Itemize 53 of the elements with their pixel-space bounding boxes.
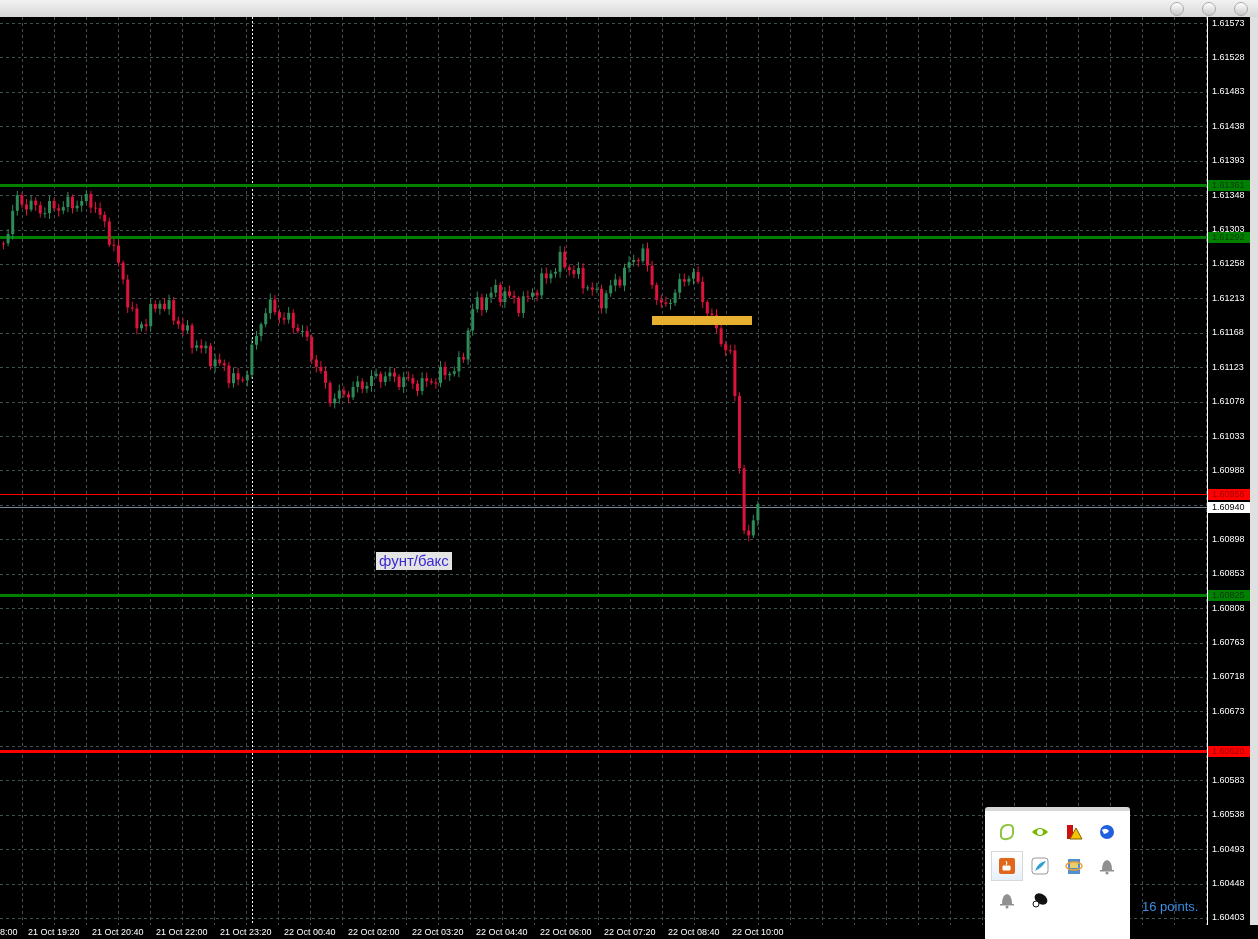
leaf-outline-icon xyxy=(997,822,1017,842)
price-label: 1.61528 xyxy=(1212,51,1245,63)
price-label: 1.61213 xyxy=(1212,292,1245,304)
price-level-label: 1.60620 xyxy=(1208,746,1250,758)
price-label: 1.60448 xyxy=(1212,878,1245,889)
window-icon xyxy=(1063,856,1084,876)
chart-text-label[interactable]: фунт/бакс xyxy=(376,552,452,570)
time-label: 21 Oct 23:20 xyxy=(220,926,272,938)
time-label: 21 Oct 20:40 xyxy=(92,926,144,938)
feather-icon xyxy=(1030,856,1051,876)
price-label: 1.60403 xyxy=(1212,912,1245,924)
price-label: 1.61303 xyxy=(1212,224,1245,234)
window-control-button[interactable] xyxy=(1170,1,1184,16)
price-level-label: 1.60940 xyxy=(1208,501,1250,513)
price-label: 1.60898 xyxy=(1212,533,1245,545)
price-label: 1.61078 xyxy=(1212,396,1245,408)
window-control-button[interactable] xyxy=(1202,1,1216,16)
time-label: 22 Oct 07:20 xyxy=(604,926,656,938)
price-level-label: 1.61361 xyxy=(1208,179,1250,191)
price-level-label: 1.60825 xyxy=(1208,589,1250,601)
price-label: 1.61393 xyxy=(1212,155,1245,167)
time-label: 22 Oct 00:40 xyxy=(284,926,336,938)
price-label: 1.61438 xyxy=(1212,120,1245,132)
time-label: 22 Oct 08:40 xyxy=(668,926,720,938)
time-label: 21 Oct 19:20 xyxy=(28,926,80,938)
price-label: 1.60583 xyxy=(1212,774,1245,786)
price-label: 1.60853 xyxy=(1212,568,1245,580)
price-label: 1.61258 xyxy=(1212,258,1245,270)
price-label: 1.61123 xyxy=(1212,361,1244,373)
price-label: 1.60673 xyxy=(1212,705,1245,717)
price-label: 1.60808 xyxy=(1212,602,1245,614)
price-label: 1.61483 xyxy=(1212,86,1245,98)
price-label: 1.60538 xyxy=(1212,809,1245,821)
price-label: 1.61573 xyxy=(1212,17,1245,29)
time-label: 22 Oct 10:00 xyxy=(732,926,784,938)
price-label: 1.60763 xyxy=(1212,637,1245,649)
price-level-label: 1.60956 xyxy=(1208,489,1250,501)
price-label: 1.60988 xyxy=(1212,464,1245,476)
time-label: 22 Oct 06:00 xyxy=(540,926,592,938)
price-label: 1.61168 xyxy=(1212,327,1244,339)
window-control-button[interactable] xyxy=(1234,1,1248,16)
time-label: 22 Oct 03:20 xyxy=(412,926,464,938)
price-label: 1.61033 xyxy=(1212,430,1245,442)
time-label: 22 Oct 02:00 xyxy=(348,926,400,938)
time-label: 22 Oct 04:40 xyxy=(476,926,528,938)
time-label: 21 Oct 22:00 xyxy=(156,926,208,938)
price-label: 1.60493 xyxy=(1212,843,1245,855)
price-label: 1.60718 xyxy=(1212,671,1245,683)
time-label: 8:00 xyxy=(0,926,18,938)
price-level-label: 1.61292 xyxy=(1208,232,1250,244)
cup-icon xyxy=(997,856,1017,876)
price-label: 1.61348 xyxy=(1212,189,1245,201)
status-text: 16 points. xyxy=(1142,898,1199,916)
